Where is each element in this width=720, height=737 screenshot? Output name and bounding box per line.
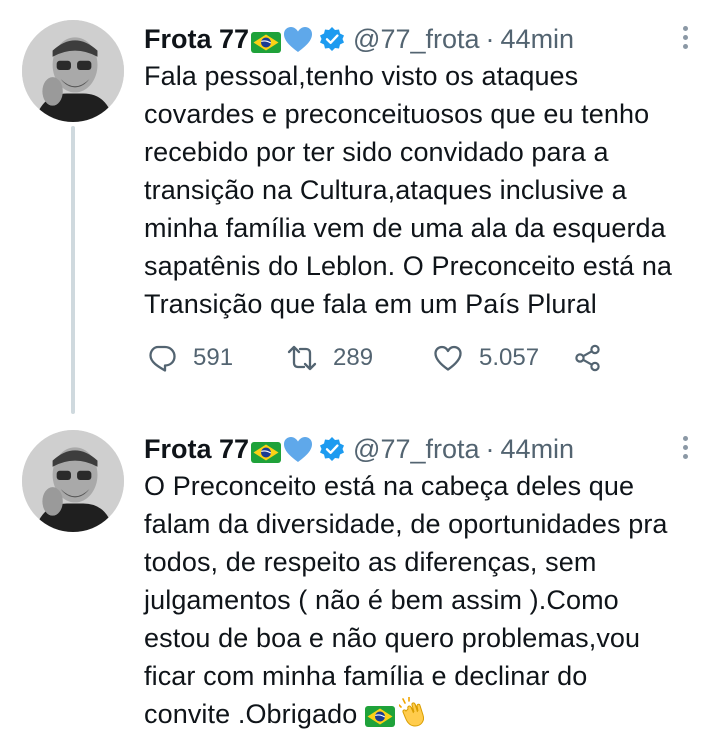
blue-heart-icon bbox=[283, 436, 313, 463]
reply-icon bbox=[149, 345, 176, 372]
share-icon bbox=[575, 344, 600, 372]
verified-badge-icon bbox=[319, 436, 345, 462]
author-name[interactable]: Frota 77 bbox=[144, 434, 249, 465]
tweet-2[interactable]: Frota 77 @77_frota · 44min O Preconceito… bbox=[0, 410, 720, 729]
clapping-hands-icon bbox=[398, 696, 429, 737]
separator-dot: · bbox=[485, 23, 495, 54]
tweet-actions: 591 289 5.057 bbox=[147, 340, 603, 376]
author-handle[interactable]: @77_frota bbox=[353, 434, 479, 465]
brazil-flag-icon bbox=[251, 439, 282, 463]
separator-dot: · bbox=[485, 433, 495, 464]
retweet-count: 289 bbox=[333, 344, 374, 371]
like-count: 5.057 bbox=[479, 344, 540, 371]
reply-button[interactable]: 591 bbox=[147, 343, 287, 373]
like-icon bbox=[434, 345, 462, 371]
tweet-text-body: O Preconceito está na cabeça deles que f… bbox=[144, 471, 668, 729]
reply-count: 591 bbox=[193, 344, 234, 371]
avatar[interactable] bbox=[22, 430, 124, 532]
thread-line bbox=[71, 126, 75, 414]
retweet-icon bbox=[287, 345, 317, 371]
timestamp[interactable]: 44min bbox=[501, 24, 575, 55]
tweet-text: O Preconceito está na cabeça deles que f… bbox=[144, 467, 704, 737]
author-handle[interactable]: @77_frota bbox=[353, 24, 479, 55]
like-button[interactable]: 5.057 bbox=[433, 343, 573, 373]
verified-badge-icon bbox=[319, 26, 345, 52]
author-name[interactable]: Frota 77 bbox=[144, 24, 249, 55]
tweet-header: Frota 77 @77_frota · 44min bbox=[144, 22, 680, 56]
retweet-button[interactable]: 289 bbox=[287, 343, 433, 373]
share-button[interactable] bbox=[573, 343, 603, 373]
brazil-flag-icon bbox=[364, 699, 395, 737]
tweet-text: Fala pessoal,tenho visto os ataques cova… bbox=[144, 61, 673, 319]
brazil-flag-icon bbox=[251, 29, 282, 53]
tweet-1[interactable]: Frota 77 @77_frota · 44min Fala pessoal,… bbox=[0, 0, 720, 414]
more-options-icon[interactable] bbox=[680, 434, 690, 464]
tweet-header: Frota 77 @77_frota · 44min bbox=[144, 432, 680, 466]
blue-heart-icon bbox=[283, 26, 313, 53]
more-options-icon[interactable] bbox=[680, 24, 690, 54]
avatar[interactable] bbox=[22, 20, 124, 122]
timestamp[interactable]: 44min bbox=[501, 434, 575, 465]
